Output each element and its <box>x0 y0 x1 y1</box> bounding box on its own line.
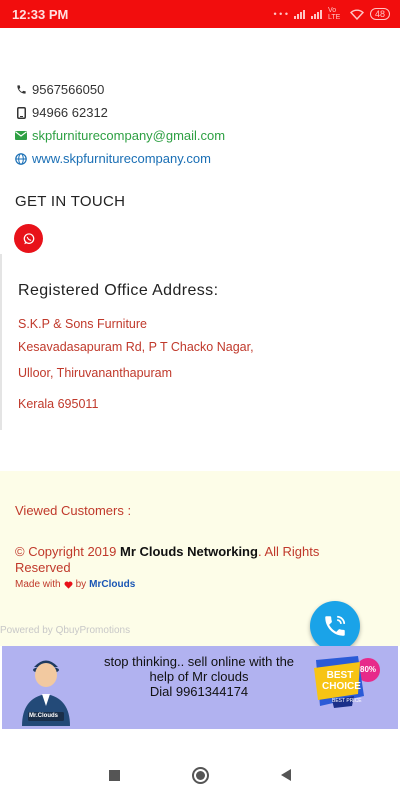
made-by-text: by <box>75 579 87 590</box>
copyright-prefix: © Copyright 2019 <box>15 544 120 559</box>
globe-icon <box>15 152 27 165</box>
address-section: Registered Office Address: S.K.P & Sons … <box>0 254 400 430</box>
get-in-touch-heading: GET IN TOUCH <box>15 193 126 210</box>
powered-by[interactable]: Powered by QbuyPromotions <box>0 625 130 636</box>
status-time: 12:33 PM <box>12 6 69 22</box>
address-line: Ulloor, Thiruvananthapuram <box>18 366 173 380</box>
viewed-customers: Viewed Customers : <box>15 503 132 518</box>
banner-line: stop thinking.. sell online with the hel… <box>103 654 295 684</box>
system-nav-bar <box>0 750 400 800</box>
website-link: www.skpfurniturecompany.com <box>32 151 211 166</box>
badge-sub: BEST PRICE <box>332 698 362 704</box>
recents-button[interactable] <box>109 769 120 781</box>
made-with-text: Made with <box>15 579 61 590</box>
address-line: S.K.P & Sons Furniture <box>18 317 147 331</box>
volte-label: Vo LTE <box>327 7 341 21</box>
address-line: Kesavadasapuram Rd, P T Chacko Nagar, <box>18 340 254 354</box>
website-row[interactable]: www.skpfurniturecompany.com <box>15 147 385 170</box>
badge-main: BEST CHOICE <box>322 670 361 692</box>
best-choice-badge: 80% BEST CHOICE BEST PRICE <box>310 650 384 712</box>
made-with: Made with by MrClouds <box>15 579 135 590</box>
wifi-icon <box>349 9 364 20</box>
copyright-brand[interactable]: Mr Clouds Networking <box>120 544 258 559</box>
copyright: © Copyright 2019 Mr Clouds Networking. A… <box>15 544 365 576</box>
signal-icon <box>293 9 305 19</box>
email-link: skpfurniturecompany@gmail.com <box>32 128 226 143</box>
phone-icon <box>15 84 27 96</box>
promo-banner[interactable]: Mr.Clouds stop thinking.. sell online wi… <box>2 646 398 729</box>
address-line: Kerala 695011 <box>18 397 99 411</box>
status-bar: 12:33 PM • • • Vo LTE 48 <box>0 0 400 28</box>
battery-icon: 48 <box>369 8 390 20</box>
dots-icon: • • • <box>273 9 288 19</box>
phone-number: 9567566050 <box>32 82 105 97</box>
phone-row[interactable]: 9567566050 <box>15 78 385 101</box>
contact-list: 9567566050 94966 62312 skpfurniturecompa… <box>15 78 385 170</box>
whatsapp-icon <box>23 232 34 244</box>
email-row[interactable]: skpfurniturecompany@gmail.com <box>15 124 385 147</box>
mobile-row[interactable]: 94966 62312 <box>15 101 385 124</box>
heart-icon <box>64 581 73 589</box>
call-icon <box>325 615 346 636</box>
mobile-number: 94966 62312 <box>32 105 108 120</box>
banner-phone: Dial 9961344174 <box>149 684 249 699</box>
mobile-icon <box>15 106 27 119</box>
home-button[interactable] <box>192 766 209 784</box>
banner-text: stop thinking.. sell online with the hel… <box>102 654 296 699</box>
call-button[interactable] <box>310 601 360 651</box>
whatsapp-button[interactable] <box>14 224 43 253</box>
back-button[interactable] <box>281 769 291 781</box>
address-title: Registered Office Address: <box>18 282 219 299</box>
avatar-label: Mr.Clouds <box>29 713 59 719</box>
status-icons: • • • Vo LTE 48 <box>274 7 390 21</box>
mail-icon <box>15 130 27 142</box>
made-by-brand[interactable]: MrClouds <box>89 579 135 590</box>
signal-icon <box>310 9 322 19</box>
badge-percent: 80% <box>360 665 377 674</box>
